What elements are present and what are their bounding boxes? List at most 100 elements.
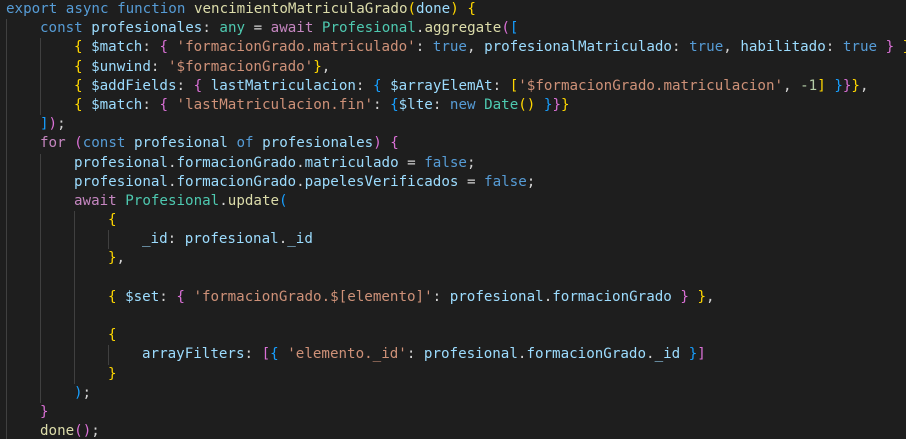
code-token: any <box>219 20 246 37</box>
code-editor[interactable]: export async function vencimientoMatricu… <box>0 0 906 439</box>
code-token: $lte <box>398 96 433 113</box>
code-token: { <box>74 58 83 75</box>
indent-guide <box>40 76 41 96</box>
indent-guide <box>108 230 109 250</box>
code-line[interactable]: { $match: { 'lastMatriculacion.fin': {$l… <box>0 95 906 116</box>
code-line[interactable]: arrayFilters: [{ 'elemento._id': profesi… <box>0 345 906 365</box>
code-token: () <box>518 96 536 113</box>
code-token: : <box>355 77 374 94</box>
indent-guide <box>40 249 41 269</box>
indent-guide <box>6 19 7 39</box>
code-token: } <box>40 403 49 420</box>
code-token: = <box>398 154 425 171</box>
code-token: $set <box>125 288 160 305</box>
code-token: { <box>108 288 117 305</box>
code-line[interactable]: { <box>0 211 906 231</box>
indent-guide <box>6 172 7 192</box>
code-line[interactable]: } <box>0 402 906 423</box>
code-token: ; <box>82 384 92 401</box>
indent-guide <box>6 326 7 346</box>
code-token: [ <box>261 346 271 363</box>
indent-guide <box>40 57 41 77</box>
code-token: true <box>432 39 467 56</box>
code-token: ; <box>526 173 536 190</box>
indent-guide <box>74 364 75 384</box>
code-token: new <box>449 96 476 113</box>
code-line[interactable]: export async function vencimientoMatricu… <box>0 0 906 19</box>
code-line[interactable]: { $addFields: { lastMatriculacion: { $ar… <box>0 76 906 96</box>
code-token: $match <box>91 39 143 56</box>
code-token: matriculado <box>304 154 399 171</box>
code-line[interactable]: await Profesional.update( <box>0 191 906 212</box>
code-token: profesionales <box>262 135 374 152</box>
code-token: profesional <box>74 173 168 190</box>
indent-guide <box>74 230 75 250</box>
code-token: , <box>466 39 485 56</box>
code-line[interactable] <box>0 307 906 327</box>
indent-guide <box>40 287 41 307</box>
code-line[interactable]: { $set: { 'formacionGrado.$[elemento]': … <box>0 287 906 307</box>
code-line[interactable]: _id: profesional._id <box>0 230 906 250</box>
code-line[interactable]: { $unwind: '$formacionGrado'}, <box>0 57 906 77</box>
indent-guide <box>6 38 7 58</box>
code-token: : <box>415 39 433 56</box>
code-token: aggregate <box>424 20 502 37</box>
code-token: profesional <box>184 231 279 248</box>
code-token: _id <box>287 231 313 248</box>
indent-guide <box>6 115 7 135</box>
code-line[interactable]: ]); <box>0 115 906 135</box>
code-token: . <box>296 173 305 190</box>
code-token: { <box>159 96 168 113</box>
code-token: { <box>373 77 382 94</box>
code-token: = <box>458 173 485 190</box>
code-token: _id <box>654 346 681 363</box>
code-token: { <box>176 288 185 305</box>
code-token: : <box>244 346 262 363</box>
code-token: { <box>108 327 117 344</box>
code-token: : <box>159 288 177 305</box>
indent-guide <box>40 211 41 231</box>
code-line[interactable]: profesional.formacionGrado.matriculado =… <box>0 153 906 173</box>
indent-guide <box>40 268 41 288</box>
code-line[interactable]: done(); <box>0 422 906 439</box>
code-token: true <box>842 39 878 56</box>
indent-guide <box>6 95 7 116</box>
code-token: function <box>117 1 186 17</box>
code-line[interactable] <box>0 268 906 288</box>
code-line[interactable]: for (const profesional of profesionales)… <box>0 134 906 154</box>
code-line[interactable]: profesional.formacionGrado.papelesVerifi… <box>0 172 906 192</box>
code-token: ( <box>74 135 83 152</box>
code-line[interactable]: }, <box>0 249 906 269</box>
code-line[interactable]: { $match: { 'formacionGrado.matriculado'… <box>0 38 906 58</box>
code-token: : <box>167 231 185 248</box>
code-token: : <box>432 96 450 113</box>
code-line[interactable]: ); <box>0 383 906 403</box>
indent-guide <box>40 230 41 250</box>
code-token: arrayFilters <box>142 346 245 363</box>
code-token: : <box>432 288 450 305</box>
code-line[interactable]: } <box>0 364 906 384</box>
indent-guide <box>40 326 41 346</box>
indent-guide <box>6 153 7 173</box>
code-token: true <box>689 39 724 56</box>
code-token: . <box>167 154 177 171</box>
code-token: { <box>74 96 83 113</box>
code-line[interactable]: const profesionales: any = await Profesi… <box>0 19 906 39</box>
indent-guide <box>6 211 7 231</box>
indent-guide <box>40 345 41 365</box>
code-token: ] <box>697 346 706 363</box>
code-token: ( <box>501 20 510 37</box>
code-token: ] <box>817 77 826 94</box>
code-line[interactable]: { <box>0 326 906 346</box>
